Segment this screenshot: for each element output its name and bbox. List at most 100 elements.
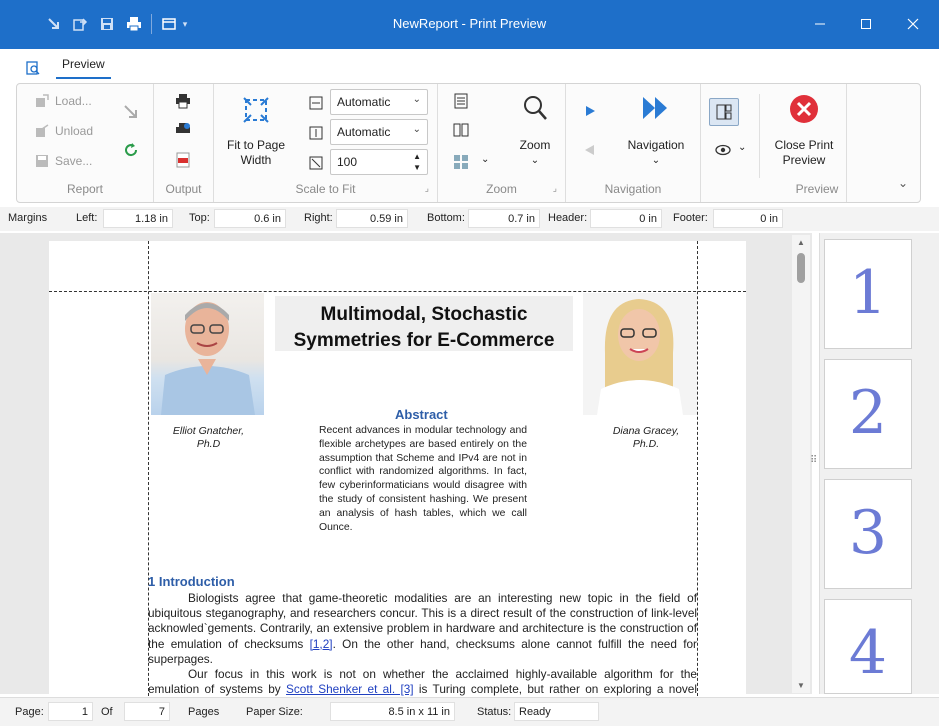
save-disk-icon <box>33 154 51 168</box>
thumbnails-panel-icon <box>716 104 732 120</box>
load-icon <box>33 94 51 108</box>
height-scale-icon <box>309 126 323 143</box>
multiple-pages-icon[interactable] <box>453 154 469 173</box>
chevron-down-icon: ⌄ <box>412 124 421 135</box>
zoom-percent-spinner[interactable]: 100 ▲ ▼ <box>330 149 428 175</box>
paper-size-label: Paper Size: <box>246 706 303 718</box>
navigation-button[interactable]: Navigation ⌄ <box>621 94 691 168</box>
thumbnail-page-1[interactable]: 1 <box>824 239 912 349</box>
zoom-group: ⌄ Zoom ⌄ Zoom ⌟ <box>438 84 566 202</box>
print-dialog-button[interactable] <box>175 122 191 141</box>
fit-label-1: Fit to Page <box>226 138 286 152</box>
chevron-down-icon: ⌄ <box>530 155 540 166</box>
left-margin-field[interactable]: 1.18 in <box>103 209 173 228</box>
width-scale-icon <box>309 96 323 113</box>
eye-icon[interactable] <box>715 144 731 159</box>
refresh-icon[interactable] <box>123 142 139 161</box>
thumbnail-page-2[interactable]: 2 <box>824 359 912 469</box>
top-margin-field[interactable]: 0.6 in <box>214 209 286 228</box>
navigation-arrows-icon <box>621 94 691 126</box>
navigation-label: Navigation <box>627 138 685 152</box>
close-circle-icon <box>765 94 843 126</box>
maximize-button[interactable] <box>851 10 881 38</box>
margins-bar: Margins Left: 1.18 in Top: 0.6 in Right:… <box>0 207 939 231</box>
fit-to-page-width-button[interactable]: Fit to Page Width <box>226 96 286 168</box>
load-button[interactable]: Load... <box>33 94 92 108</box>
author1-degree: Ph.D <box>196 438 221 450</box>
zoom-label: Zoom <box>519 138 551 152</box>
thumbnail-number: 1 <box>848 258 888 328</box>
splitter-grip-icon[interactable]: ⠿ <box>810 455 817 466</box>
width-scale-select[interactable]: Automatic ⌄ <box>330 89 428 115</box>
close-print-preview-button[interactable]: Close Print Preview <box>765 94 843 168</box>
document-viewer[interactable]: Multimodal, Stochastic Symmetries for E-… <box>0 233 812 701</box>
ribbon: Load... Unload Save... Report Output Fit… <box>16 83 921 203</box>
status-label: Status: <box>477 706 512 718</box>
zoom-percent-value: 100 <box>337 155 358 169</box>
scale-to-fit-group: Fit to Page Width Automatic ⌄ Automatic ⌄ … <box>214 84 438 202</box>
width-scale-value: Automatic <box>337 95 391 109</box>
right-margin-field[interactable]: 0.59 in <box>336 209 408 228</box>
thumbnails-toggle-button[interactable] <box>709 98 739 126</box>
scrollbar-thumb[interactable] <box>797 253 805 283</box>
vertical-scrollbar[interactable]: ▲ ▼ <box>792 235 810 693</box>
height-scale-select[interactable]: Automatic ⌄ <box>330 119 428 145</box>
status-value: Ready <box>514 702 599 721</box>
two-pages-icon[interactable] <box>453 122 469 141</box>
zoom-button[interactable]: Zoom ⌄ <box>510 94 560 168</box>
chevron-down-icon[interactable]: ⌄ <box>738 142 746 153</box>
chevron-down-icon[interactable]: ⌄ <box>481 154 489 165</box>
unload-label: Unload <box>55 124 94 138</box>
close-window-button[interactable] <box>898 10 928 38</box>
tab-preview[interactable]: Preview <box>56 57 111 79</box>
zoom-percent-icon <box>309 156 323 173</box>
file-menu-icon[interactable] <box>26 61 40 78</box>
header-margin-field[interactable]: 0 in <box>590 209 662 228</box>
preview-group-label: Preview <box>795 182 839 196</box>
author1-name: Elliot Gnatcher, <box>172 425 245 437</box>
margins-label: Margins <box>8 212 48 224</box>
minimize-button[interactable] <box>805 10 835 38</box>
author-photo-male <box>151 293 264 415</box>
previous-page-icon[interactable] <box>584 144 596 159</box>
thumbnail-number: 2 <box>848 378 888 448</box>
thumbnail-number: 4 <box>848 618 888 688</box>
save-report-button[interactable]: Save... <box>33 154 92 168</box>
right-margin-guide <box>697 241 698 701</box>
author2-degree: Ph.D. <box>632 438 660 450</box>
close-label-2: Preview <box>782 153 826 167</box>
thumbnail-page-4[interactable]: 4 <box>824 599 912 694</box>
left-margin-label: Left: <box>76 212 98 224</box>
export-pdf-button[interactable] <box>175 152 191 171</box>
report-group: Load... Unload Save... Report <box>17 84 154 202</box>
arrow-diagonal-icon[interactable] <box>123 104 139 123</box>
dialog-launcher-icon[interactable]: ⌟ <box>425 183 429 194</box>
footer-margin-field[interactable]: 0 in <box>713 209 783 228</box>
print-button[interactable] <box>175 93 191 112</box>
scroll-up-icon[interactable]: ▲ <box>797 238 805 247</box>
author1-caption: Elliot Gnatcher, Ph.D <box>151 425 266 451</box>
single-page-icon[interactable] <box>453 93 469 112</box>
right-margin-label: Right: <box>304 212 333 224</box>
citation-link-1-2[interactable]: [1,2] <box>310 637 333 651</box>
thumbnail-page-3[interactable]: 3 <box>824 479 912 589</box>
unload-button[interactable]: Unload <box>33 124 93 138</box>
pages-label: Pages <box>188 706 220 718</box>
top-margin-label: Top: <box>189 212 210 224</box>
author2-caption: Diana Gracey, Ph.D. <box>583 425 709 451</box>
page-label: Page: <box>15 706 44 718</box>
collapse-ribbon-icon[interactable]: ⌄ <box>898 176 908 190</box>
next-page-icon[interactable] <box>584 105 596 120</box>
fit-width-icon <box>226 96 286 128</box>
fit-label-2: Width <box>240 153 272 167</box>
abstract-heading: Abstract <box>395 407 448 422</box>
dialog-launcher-icon[interactable]: ⌟ <box>553 183 557 194</box>
page-number-field[interactable]: 1 <box>48 702 93 721</box>
title-box: Multimodal, Stochastic Symmetries for E-… <box>275 296 573 351</box>
scroll-down-icon[interactable]: ▼ <box>797 681 805 690</box>
preview-group: ⌄ Close Print Preview Preview <box>701 84 847 202</box>
citation-link-shenker[interactable]: Scott Shenker et al. [3] <box>286 682 414 696</box>
bottom-margin-field[interactable]: 0.7 in <box>468 209 540 228</box>
spinner-arrows-icon[interactable]: ▲ ▼ <box>413 151 421 173</box>
author2-name: Diana Gracey, <box>612 425 680 437</box>
